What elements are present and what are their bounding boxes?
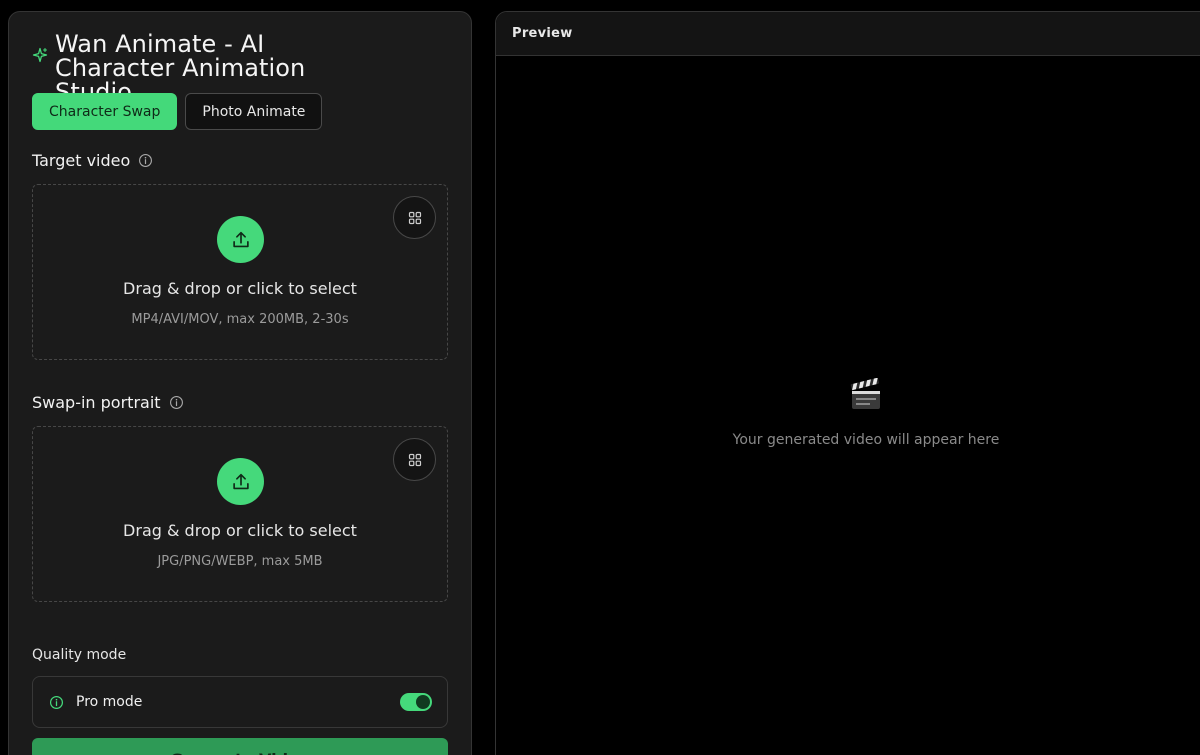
preview-header: Preview bbox=[496, 12, 1200, 56]
pro-mode-label: Pro mode bbox=[76, 694, 143, 710]
asset-library-button[interactable] bbox=[393, 438, 436, 481]
mode-tabs: Character Swap Photo Animate bbox=[32, 93, 323, 130]
target-video-dropzone[interactable]: Drag & drop or click to select MP4/AVI/M… bbox=[32, 184, 448, 360]
pro-mode-toggle[interactable] bbox=[400, 693, 432, 711]
info-icon[interactable] bbox=[138, 153, 153, 168]
dropzone-instruction: Drag & drop or click to select bbox=[123, 521, 357, 540]
dropzone-hint: MP4/AVI/MOV, max 200MB, 2-30s bbox=[131, 312, 349, 327]
tab-character-swap[interactable]: Character Swap bbox=[32, 93, 178, 130]
swap-portrait-label-row: Swap-in portrait bbox=[32, 393, 184, 412]
grid-icon bbox=[408, 211, 421, 224]
upload-button[interactable] bbox=[217, 458, 264, 505]
target-video-label-row: Target video bbox=[32, 151, 153, 170]
dropzone-hint: JPG/PNG/WEBP, max 5MB bbox=[157, 554, 323, 569]
grid-icon bbox=[408, 453, 421, 466]
dropzone-instruction: Drag & drop or click to select bbox=[123, 279, 357, 298]
asset-library-button[interactable] bbox=[393, 196, 436, 239]
swap-portrait-label: Swap-in portrait bbox=[32, 393, 161, 412]
settings-panel: Wan Animate - AI Character Animation Stu… bbox=[8, 11, 472, 755]
preview-panel: Preview Your generated video will appear… bbox=[495, 11, 1200, 755]
generate-video-button[interactable]: Generate Video bbox=[32, 738, 448, 755]
toggle-knob bbox=[416, 695, 430, 709]
pro-mode-row: Pro mode bbox=[32, 676, 448, 728]
clapperboard-icon bbox=[850, 378, 880, 409]
app-root: Wan Animate - AI Character Animation Stu… bbox=[0, 0, 1200, 755]
target-video-label: Target video bbox=[32, 151, 131, 170]
sparkle-icon bbox=[32, 47, 48, 63]
quality-mode-label: Quality mode bbox=[32, 647, 127, 663]
tab-photo-animate[interactable]: Photo Animate bbox=[185, 93, 323, 130]
upload-icon bbox=[232, 473, 249, 489]
upload-button[interactable] bbox=[217, 216, 264, 263]
preview-empty-text: Your generated video will appear here bbox=[732, 432, 1000, 448]
upload-icon bbox=[232, 231, 249, 247]
info-icon[interactable] bbox=[49, 695, 64, 710]
preview-empty-state: Your generated video will appear here bbox=[496, 378, 1200, 448]
swap-portrait-dropzone[interactable]: Drag & drop or click to select JPG/PNG/W… bbox=[32, 426, 448, 602]
info-icon[interactable] bbox=[169, 395, 184, 410]
